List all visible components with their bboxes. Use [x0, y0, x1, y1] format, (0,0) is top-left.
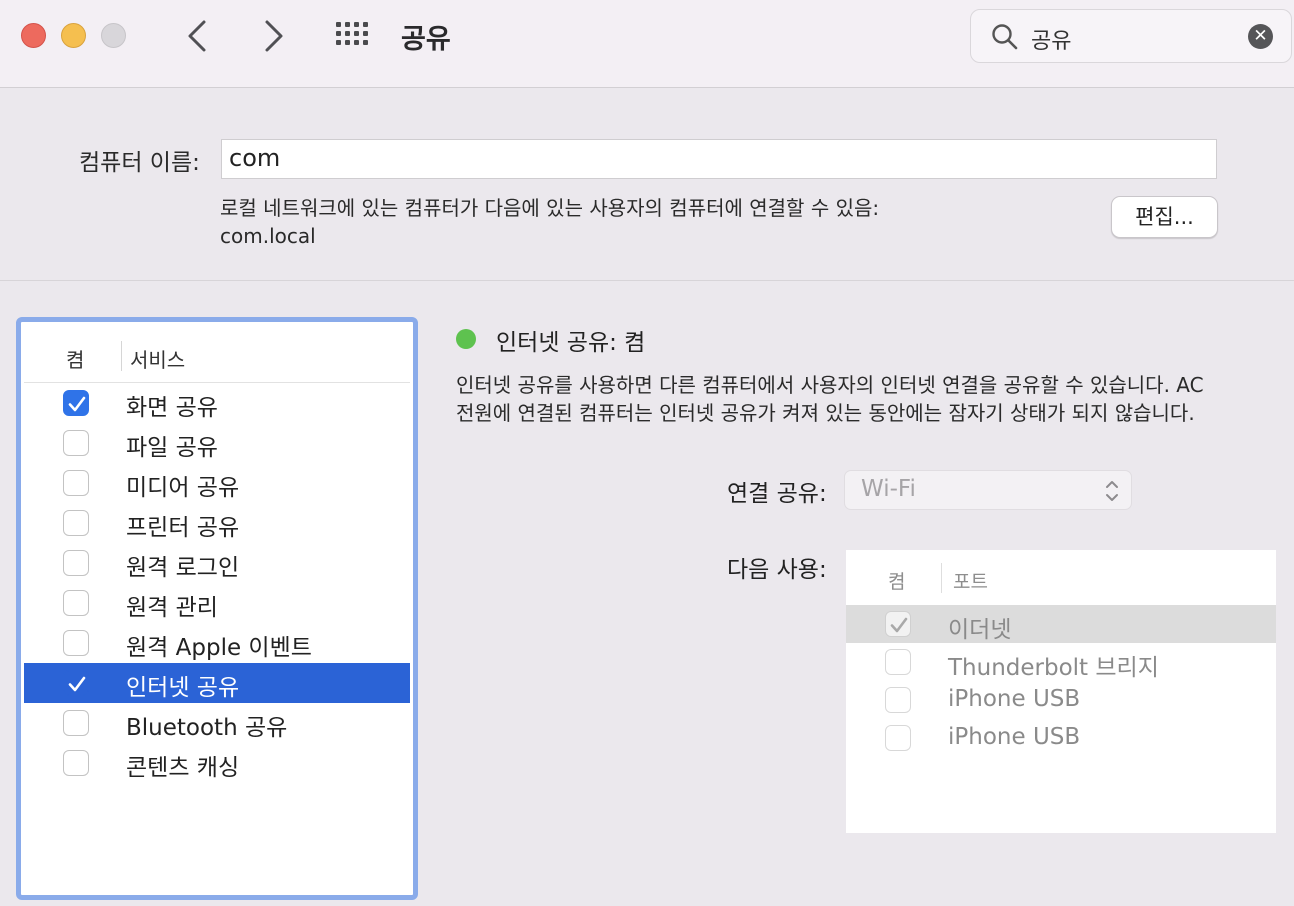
port-label: 이더넷 [948, 617, 1012, 643]
share-connection-label: 연결 공유: [727, 481, 827, 507]
service-checkbox[interactable] [63, 550, 89, 576]
ports-column-header-port[interactable]: 포트 [953, 567, 988, 594]
port-checkbox[interactable] [885, 687, 911, 713]
ports-list[interactable]: 켬 포트 이더넷 Thunderbolt 브리지 iPhone USB iPhone … [846, 550, 1276, 833]
column-header-on[interactable]: 켬 [66, 344, 84, 373]
service-checkbox[interactable] [63, 630, 89, 656]
up-down-chevron-icon [1106, 481, 1118, 501]
section-divider [0, 280, 1294, 281]
checkmark-icon [68, 676, 86, 692]
back-button[interactable] [180, 18, 216, 54]
port-row[interactable]: 이더넷 [846, 605, 1276, 643]
service-checkbox[interactable] [63, 670, 89, 696]
service-row[interactable]: 프린터 공유 [24, 503, 410, 543]
port-checkbox[interactable] [885, 611, 911, 637]
port-row[interactable]: iPhone USB [846, 681, 1276, 719]
checkmark-icon [890, 617, 908, 633]
title-bar: 공유 공유 ✕ [0, 0, 1294, 88]
service-row[interactable]: Bluetooth 공유 [24, 703, 410, 743]
status-indicator-icon [456, 329, 476, 349]
close-window-button[interactable] [21, 23, 46, 48]
service-row[interactable]: 미디어 공유 [24, 463, 410, 503]
service-row[interactable]: 원격 Apple 이벤트 [24, 623, 410, 663]
service-label: 원격 로그인 [126, 555, 240, 581]
service-label: 미디어 공유 [126, 475, 240, 501]
port-checkbox[interactable] [885, 725, 911, 751]
local-hostname-description: 로컬 네트워크에 있는 컴퓨터가 다음에 있는 사용자의 컴퓨터에 연결할 수 … [220, 194, 879, 250]
to-computers-using-label: 다음 사용: [727, 557, 827, 583]
service-label: 파일 공유 [126, 435, 218, 461]
description-line-1: 인터넷 공유를 사용하면 다른 컴퓨터에서 사용자의 인터넷 연결을 공유할 수… [456, 373, 1204, 397]
checkmark-icon [68, 396, 86, 412]
service-checkbox[interactable] [63, 590, 89, 616]
chevron-left-icon [188, 20, 206, 52]
services-list[interactable]: 켬 서비스 화면 공유파일 공유미디어 공유프린터 공유원격 로그인원격 관리원… [16, 317, 418, 900]
minimize-window-button[interactable] [61, 23, 86, 48]
service-row[interactable]: 원격 관리 [24, 583, 410, 623]
service-checkbox[interactable] [63, 710, 89, 736]
port-label: Thunderbolt 브리지 [948, 655, 1159, 681]
service-status-title: 인터넷 공유: 켬 [496, 330, 646, 356]
service-label: 원격 Apple 이벤트 [126, 635, 312, 661]
ports-column-divider [941, 563, 942, 593]
service-checkbox[interactable] [63, 510, 89, 536]
port-label: iPhone USB [948, 686, 1081, 712]
service-row[interactable]: 파일 공유 [24, 423, 410, 463]
clear-search-icon[interactable]: ✕ [1248, 24, 1273, 49]
show-all-button[interactable] [333, 19, 373, 53]
share-connection-select: Wi-Fi [844, 470, 1132, 510]
share-connection-value: Wi-Fi [861, 476, 916, 502]
local-hostname-text: 로컬 네트워크에 있는 컴퓨터가 다음에 있는 사용자의 컴퓨터에 연결할 수 … [220, 196, 880, 220]
service-row[interactable]: 화면 공유 [24, 383, 410, 423]
service-label: 콘텐츠 캐싱 [126, 755, 240, 781]
forward-button[interactable] [255, 18, 291, 54]
ports-column-header-on[interactable]: 켬 [888, 567, 905, 594]
service-label: 화면 공유 [126, 395, 218, 421]
computer-name-label: 컴퓨터 이름: [79, 150, 200, 176]
edit-hostname-button[interactable]: 편집... [1111, 196, 1218, 238]
service-description: 인터넷 공유를 사용하면 다른 컴퓨터에서 사용자의 인터넷 연결을 공유할 수… [456, 371, 1246, 427]
service-row[interactable]: 인터넷 공유 [24, 663, 410, 703]
service-checkbox[interactable] [63, 390, 89, 416]
search-field[interactable]: 공유 ✕ [970, 9, 1292, 63]
service-label: Bluetooth 공유 [126, 715, 288, 741]
port-label: iPhone USB [948, 724, 1081, 750]
service-label: 프린터 공유 [126, 515, 240, 541]
search-input[interactable]: 공유 [1031, 23, 1071, 55]
column-header-service[interactable]: 서비스 [130, 344, 185, 373]
search-icon [992, 24, 1018, 50]
computer-name-field[interactable]: com [221, 139, 1217, 179]
window-title: 공유 [401, 24, 451, 55]
service-checkbox[interactable] [63, 470, 89, 496]
service-label: 인터넷 공유 [126, 675, 240, 701]
port-checkbox[interactable] [885, 649, 911, 675]
chevron-right-icon [265, 20, 283, 52]
service-row[interactable]: 콘텐츠 캐싱 [24, 743, 410, 783]
column-divider [121, 341, 122, 371]
service-label: 원격 관리 [126, 595, 218, 621]
ports-list-header: 켬 포트 [846, 550, 1276, 604]
service-row[interactable]: 원격 로그인 [24, 543, 410, 583]
service-checkbox[interactable] [63, 430, 89, 456]
services-list-header: 켬 서비스 [24, 325, 410, 383]
description-line-2: 전원에 연결된 컴퓨터는 인터넷 공유가 켜져 있는 동안에는 잠자기 상태가 … [456, 401, 1195, 425]
service-checkbox[interactable] [63, 750, 89, 776]
port-row[interactable]: iPhone USB [846, 719, 1276, 757]
port-row[interactable]: Thunderbolt 브리지 [846, 643, 1276, 681]
local-hostname-value: com.local [220, 224, 316, 248]
zoom-window-button[interactable] [101, 23, 126, 48]
